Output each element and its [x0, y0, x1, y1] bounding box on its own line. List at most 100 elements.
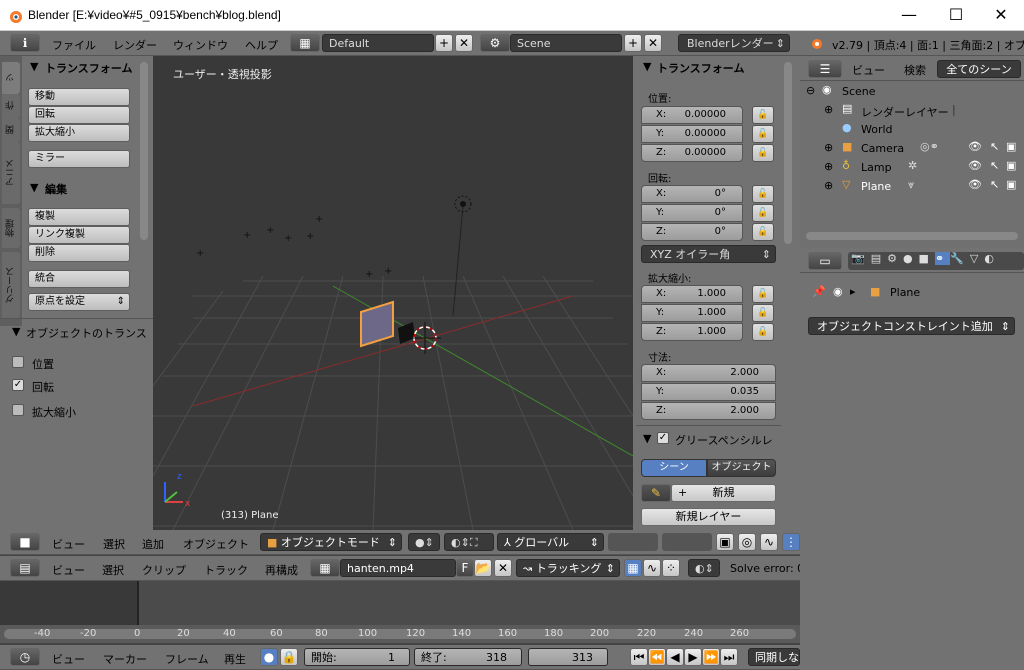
render-preview-icon[interactable]: ⋮ — [782, 533, 800, 551]
scale-x-field[interactable]: X: 1.000 — [641, 285, 743, 303]
layer-buttons-right[interactable] — [662, 533, 712, 551]
clip-menu-clip[interactable]: クリップ — [142, 562, 186, 578]
3d-viewport[interactable]: + + + + + + + + xz ユーザー・透視投影 (313) Plane — [153, 56, 633, 530]
lock-icon[interactable]: 🔓 — [752, 204, 774, 222]
jump-keyframe-forward-icon[interactable]: ⏩ — [702, 648, 720, 666]
pivot-point-dropdown[interactable]: ◐⇕ — [688, 559, 720, 577]
fake-user-button[interactable]: F — [456, 559, 474, 577]
screen-layout-field[interactable]: Default — [322, 34, 434, 52]
location-x-field[interactable]: X: 0.00000 — [641, 106, 743, 124]
location-y-field[interactable]: Y: 0.00000 — [641, 125, 743, 143]
tab-grease-pencil[interactable]: グリース — [2, 252, 20, 318]
outliner-row-renderlayers[interactable]: ⊕ ▤ レンダーレイヤー | — [800, 101, 1024, 120]
duplicate-linked-button[interactable]: リンク複製 — [28, 226, 130, 244]
clip-mode-dropdown[interactable]: ↝ トラッキング ⇕ — [516, 559, 620, 577]
proportional-edit-icon[interactable]: ◎ — [738, 533, 756, 551]
join-button[interactable]: 統合 — [28, 270, 130, 288]
properties-editor-type-icon[interactable]: ▭ — [808, 252, 842, 270]
snap-icon[interactable]: ∿ — [760, 533, 778, 551]
lock-icon[interactable]: 🔓 — [752, 125, 774, 143]
outliner-scrollbar[interactable] — [806, 232, 1018, 240]
panel-collapse-icon[interactable]: ▼ — [30, 60, 38, 73]
rotate-button[interactable]: 回転 — [28, 106, 130, 124]
add-layout-button[interactable]: + — [435, 34, 453, 52]
scale-z-field[interactable]: Z: 1.000 — [641, 323, 743, 341]
cursor-select-icon[interactable]: ↖ — [990, 178, 999, 191]
shading-dropdown[interactable]: ●⇕ — [408, 533, 440, 551]
timeline-menu-frame[interactable]: フレーム — [165, 651, 209, 667]
tab-animation[interactable]: アニメ — [2, 142, 20, 204]
edit-panel-title[interactable]: 編集 — [45, 181, 67, 197]
add-constraint-dropdown[interactable]: オブジェクトコンストレイント追加 ⇕ — [808, 317, 1015, 335]
properties-context-tabs[interactable]: 📷▤⚙●■⚭🔧▽◐ — [848, 252, 1024, 270]
lock-icon[interactable]: 🔓 — [752, 144, 774, 162]
n-panel-scrollbar[interactable] — [784, 62, 792, 244]
lock-layers-icon[interactable]: ▣ — [716, 533, 734, 551]
menu-help[interactable]: ヘルプ — [245, 37, 278, 53]
minimize-button[interactable]: — — [886, 0, 932, 31]
render-camera-icon[interactable]: ▣ — [1006, 159, 1016, 172]
scale-y-field[interactable]: Y: 1.000 — [641, 304, 743, 322]
record-icon[interactable]: ● — [260, 648, 278, 666]
camera-object[interactable] — [398, 322, 415, 344]
eye-icon[interactable]: 👁 — [968, 140, 982, 153]
end-frame-field[interactable]: 終了: 318 — [414, 648, 522, 666]
outliner-row-plane[interactable]: ⊕ ▽ Plane ⩔ 👁 ↖ ▣ — [800, 177, 1024, 196]
menu-render[interactable]: レンダー — [113, 37, 157, 53]
render-camera-icon[interactable]: ▣ — [1006, 140, 1016, 153]
view-dopesheet-icon[interactable]: ⁘ — [662, 559, 680, 577]
panel-collapse-icon[interactable]: ▼ — [30, 181, 38, 194]
orientation-dropdown[interactable]: ⅄ グローバル ⇕ — [497, 533, 604, 551]
expand-icon[interactable]: ⊕ — [824, 179, 833, 192]
panel-collapse-icon[interactable]: ▼ — [643, 432, 651, 445]
tab-tools[interactable]: ツ — [2, 62, 20, 94]
object-transform-panel-title[interactable]: オブジェクトのトランス — [26, 325, 152, 341]
outliner-filter-dropdown[interactable]: 全てのシーン — [937, 60, 1021, 78]
grease-pencil-title[interactable]: グリースペンシルレ — [675, 432, 781, 448]
outliner-menu-search[interactable]: 検索 — [904, 62, 926, 78]
gp-new-button[interactable]: + 新規 — [671, 484, 776, 502]
jump-end-icon[interactable]: ⏭ — [720, 648, 738, 666]
clip-menu-reconstruct[interactable]: 再構成 — [265, 562, 298, 578]
play-icon[interactable]: ▶ — [684, 648, 702, 666]
jump-keyframe-back-icon[interactable]: ⏪ — [648, 648, 666, 666]
rotation-x-field[interactable]: X: 0° — [641, 185, 743, 203]
eye-icon[interactable]: 👁 — [968, 159, 982, 172]
render-engine-dropdown[interactable]: Blenderレンダー ⇕ — [678, 34, 790, 52]
tab-create[interactable]: 作 — [2, 94, 20, 118]
collapse-icon[interactable]: ⊖ — [806, 84, 815, 97]
layer-buttons-left[interactable] — [608, 533, 658, 551]
pivot-dropdown[interactable]: ◐⇕⛶ — [444, 533, 494, 551]
dimension-z-field[interactable]: Z: 2.000 — [641, 402, 776, 420]
pin-icon[interactable]: 📌 — [812, 285, 826, 298]
rotation-checkbox[interactable]: ✓ — [12, 379, 24, 391]
clip-name-field[interactable]: hanten.mp4 — [340, 559, 456, 577]
timeline-menu-playback[interactable]: 再生 — [224, 651, 246, 667]
outliner-editor-type-icon[interactable]: ☰ — [808, 60, 842, 78]
duplicate-button[interactable]: 複製 — [28, 208, 130, 226]
gp-new-layer-button[interactable]: 新規レイヤー — [641, 508, 776, 526]
eye-icon[interactable]: 👁 — [968, 178, 982, 191]
panel-collapse-icon[interactable]: ▼ — [643, 60, 651, 73]
menu-file[interactable]: ファイル — [52, 37, 96, 53]
current-frame-field[interactable]: 313 — [528, 648, 608, 666]
view-graph-icon[interactable]: ∿ — [643, 559, 661, 577]
timeline-track-area[interactable] — [0, 581, 800, 625]
screen-layout-icon[interactable]: ▦ — [290, 34, 320, 52]
expand-icon[interactable]: ⊕ — [824, 160, 833, 173]
gp-scene-toggle[interactable]: シーン — [641, 459, 707, 477]
clip-editor-type-icon[interactable]: ▤ — [10, 559, 40, 577]
play-reverse-icon[interactable]: ◀ — [666, 648, 684, 666]
rotation-y-field[interactable]: Y: 0° — [641, 204, 743, 222]
timeline-scrollbar[interactable] — [4, 629, 796, 639]
lock-icon[interactable]: 🔓 — [752, 106, 774, 124]
set-origin-dropdown[interactable]: 原点を設定 ⇕ — [28, 293, 130, 311]
tab-relations[interactable]: 関 — [2, 118, 20, 142]
menu-object[interactable]: オブジェクト — [183, 536, 249, 552]
plane-object[interactable] — [360, 300, 394, 348]
mode-dropdown[interactable]: ■ オブジェクトモード ⇕ — [260, 533, 402, 551]
delete-button[interactable]: 削除 — [28, 244, 130, 262]
location-checkbox[interactable] — [12, 356, 24, 368]
timeline-editor-type-icon[interactable]: ◷ — [10, 648, 40, 666]
grease-pencil-checkbox[interactable]: ✓ — [657, 432, 669, 444]
